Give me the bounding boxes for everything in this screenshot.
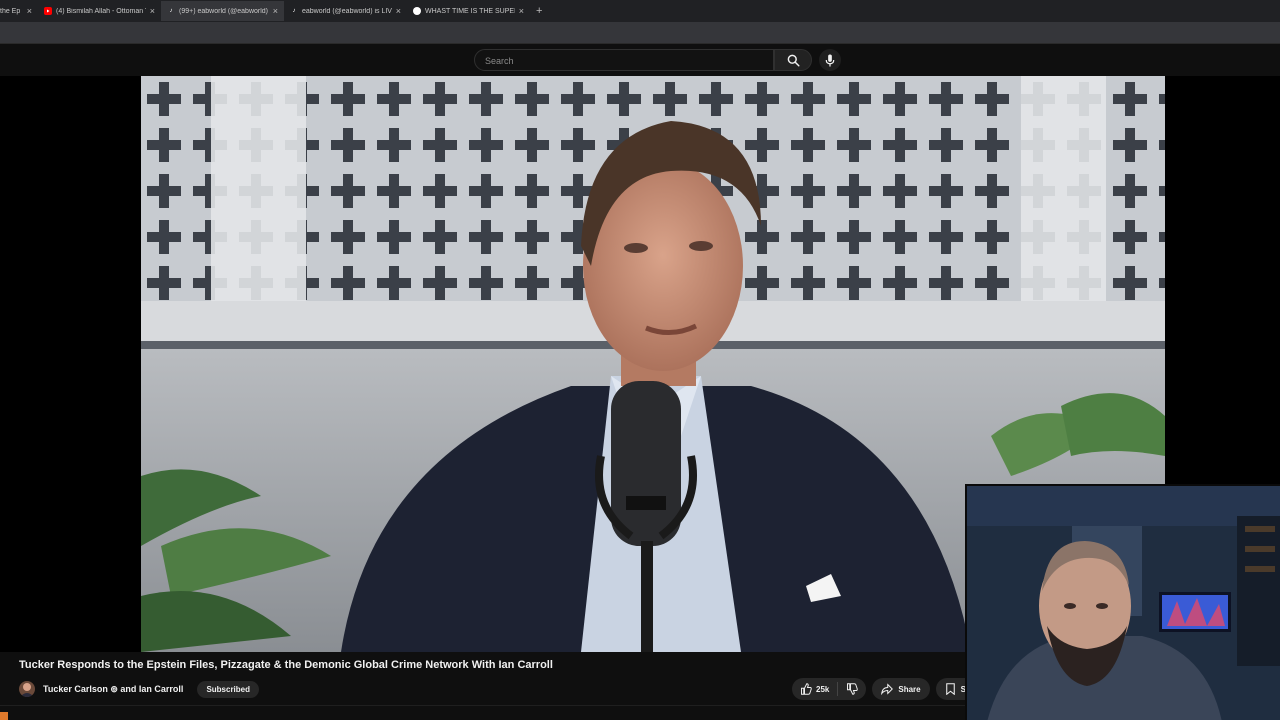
video-actions: 25k Share Save	[792, 678, 989, 700]
share-button[interactable]: Share	[872, 678, 930, 700]
like-dislike-group: 25k	[792, 678, 867, 700]
tab-title: the Ep	[0, 7, 21, 15]
browser-tab[interactable]: WHAST TIME IS THE SUPER BO ×	[407, 1, 530, 21]
tab-title: eabworld (@eabworld) is LIVE	[302, 7, 392, 15]
browser-tab-strip: the Ep × (4) Bismilah Allah - Ottoman T.…	[0, 0, 1280, 22]
browser-tab[interactable]: the Ep ×	[0, 1, 38, 21]
tab-close-icon[interactable]: ×	[273, 6, 278, 16]
bookmark-icon	[945, 683, 955, 695]
share-label: Share	[898, 684, 921, 694]
tiktok-icon: ♪	[169, 8, 173, 14]
dislike-button[interactable]	[838, 683, 866, 695]
webcam-overlay	[965, 484, 1280, 720]
collaborator-text: and Ian Carroll	[117, 683, 184, 694]
browser-tab[interactable]: (4) Bismilah Allah - Ottoman T... ×	[38, 1, 161, 21]
voice-search-button[interactable]	[819, 49, 841, 71]
new-tab-button[interactable]: +	[536, 5, 542, 17]
search-icon	[787, 54, 800, 67]
tab-title: WHAST TIME IS THE SUPER BO	[425, 7, 515, 15]
google-icon	[413, 7, 421, 15]
taskbar-app-icon[interactable]	[0, 712, 8, 720]
channel-avatar[interactable]	[19, 681, 35, 697]
search-input[interactable]: Search	[474, 49, 774, 71]
tab-title: (99+) eabworld (@eabworld) | T	[179, 7, 269, 15]
microphone-icon	[825, 53, 835, 67]
video-title: Tucker Responds to the Epstein Files, Pi…	[19, 659, 553, 671]
browser-tab[interactable]: ♪ (99+) eabworld (@eabworld) | T ×	[161, 1, 284, 21]
tab-close-icon[interactable]: ×	[519, 6, 524, 16]
share-icon	[881, 683, 894, 695]
youtube-icon	[44, 7, 52, 15]
tab-close-icon[interactable]: ×	[27, 6, 32, 16]
webcam-scene	[967, 486, 1280, 720]
browser-tab[interactable]: ♪ eabworld (@eabworld) is LIVE ×	[284, 1, 407, 21]
like-button[interactable]: 25k	[792, 682, 839, 696]
thumbs-up-icon	[801, 683, 812, 695]
thumbs-down-icon	[847, 683, 859, 695]
verified-icon: ⊚	[110, 683, 118, 694]
youtube-header: Search	[0, 44, 1280, 76]
search-button[interactable]	[774, 49, 812, 71]
tab-close-icon[interactable]: ×	[150, 6, 155, 16]
channel-row: Tucker Carlson ⊚ and Ian Carroll Subscri…	[19, 680, 260, 698]
subscribe-button[interactable]: Subscribed	[197, 680, 260, 698]
like-count: 25k	[816, 684, 830, 694]
tab-close-icon[interactable]: ×	[396, 6, 401, 16]
channel-name-text: Tucker Carlson	[43, 683, 108, 694]
browser-toolbar	[0, 22, 1280, 44]
tab-title: (4) Bismilah Allah - Ottoman T...	[56, 7, 146, 15]
channel-name[interactable]: Tucker Carlson ⊚ and Ian Carroll	[43, 684, 183, 695]
tiktok-icon: ♪	[292, 8, 296, 14]
